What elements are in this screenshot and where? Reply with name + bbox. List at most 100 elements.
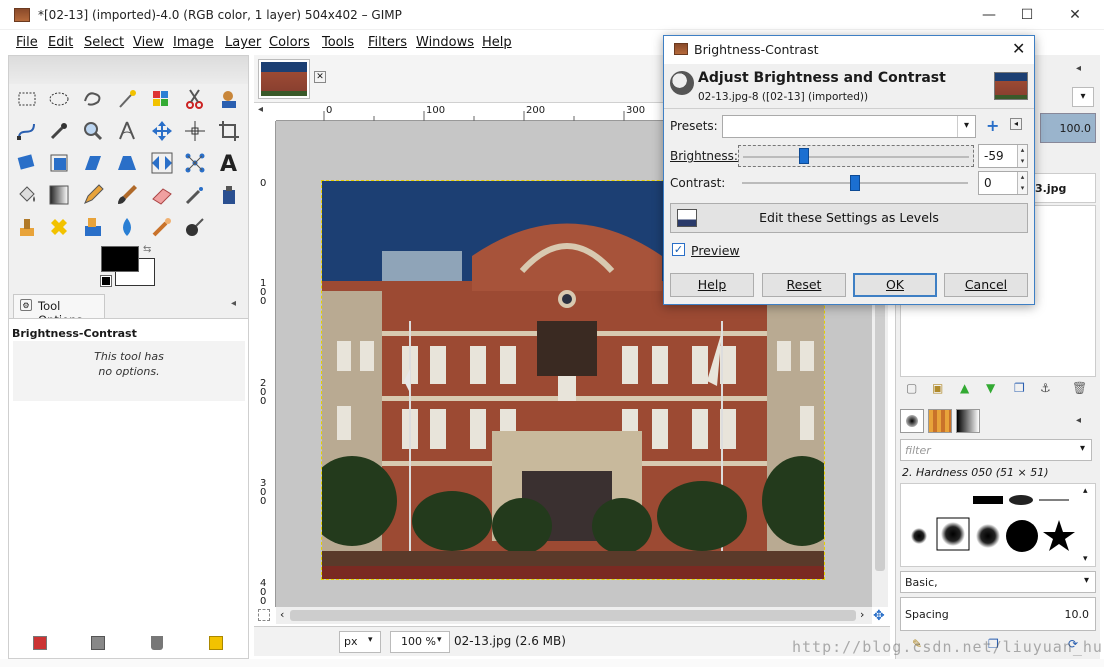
delete-layer-icon[interactable]: 🗑 <box>1072 381 1087 395</box>
preview-checkbox[interactable]: ✓ <box>672 243 685 256</box>
menu-filters[interactable]: Filters <box>368 35 407 50</box>
paintbrush-icon[interactable] <box>114 182 140 208</box>
unit-select[interactable]: px ▾ <box>339 631 381 653</box>
anchor-layer-icon[interactable]: ⚓ <box>1040 381 1051 395</box>
clone-icon[interactable] <box>14 214 40 240</box>
scale-icon[interactable] <box>80 150 106 176</box>
menu-file[interactable]: File <box>16 35 38 50</box>
presets-combo[interactable]: ▾ <box>722 115 976 138</box>
ink-icon[interactable] <box>216 182 242 208</box>
menu-colors[interactable]: Colors <box>269 35 310 50</box>
airbrush-icon[interactable] <box>182 182 208 208</box>
raise-layer-icon[interactable]: ▲ <box>960 381 969 395</box>
menu-edit[interactable]: Edit <box>48 35 73 50</box>
brushes-tab[interactable] <box>900 409 924 433</box>
contrast-spinbox[interactable]: 0 ▴ ▾ <box>978 171 1028 195</box>
navigate-icon[interactable]: ✥ <box>873 608 885 624</box>
chevron-down-icon[interactable]: ▾ <box>957 116 975 137</box>
opacity-field[interactable]: 100.0 <box>1040 113 1096 143</box>
brightness-spin-arrows[interactable]: ▴ ▾ <box>1017 145 1027 167</box>
foreground-select-icon[interactable] <box>216 86 242 112</box>
foreground-color-swatch[interactable] <box>101 246 139 272</box>
menu-help[interactable]: Help <box>482 35 512 50</box>
quick-mask-toggle-icon[interactable] <box>258 609 270 621</box>
menu-windows[interactable]: Windows <box>416 35 474 50</box>
patterns-tab[interactable] <box>928 409 952 433</box>
add-preset-icon[interactable]: + <box>986 116 999 135</box>
close-tab-icon[interactable]: ✕ <box>314 71 326 83</box>
new-layer-icon[interactable]: ▢ <box>906 381 917 395</box>
contrast-slider-handle[interactable] <box>850 175 860 191</box>
bucket-fill-icon[interactable] <box>14 182 40 208</box>
dock-menu-icon[interactable]: ◂ <box>1076 63 1081 74</box>
maximize-button[interactable]: ☐ <box>1004 0 1050 30</box>
duplicate-layer-icon[interactable]: ❐ <box>1014 381 1025 395</box>
ellipse-select-tool[interactable] <box>46 86 72 112</box>
help-button[interactable]: Help <box>670 273 754 297</box>
close-window-button[interactable]: ✕ <box>1052 0 1098 30</box>
brushes-scroll-up-icon[interactable]: ▴ <box>1083 486 1088 496</box>
align-icon[interactable] <box>182 118 208 144</box>
cage-transform-icon[interactable] <box>182 150 208 176</box>
delete-tool-options-icon[interactable] <box>151 636 163 650</box>
unified-transform-icon[interactable] <box>14 150 40 176</box>
measure-icon[interactable] <box>114 118 140 144</box>
default-colors-icon[interactable] <box>100 275 112 287</box>
shear-icon[interactable] <box>114 150 140 176</box>
move-icon[interactable] <box>149 118 175 144</box>
presets-menu-icon[interactable]: ◂ <box>1010 118 1022 130</box>
lower-layer-icon[interactable]: ▼ <box>986 381 995 395</box>
scroll-right-icon[interactable]: › <box>860 608 864 621</box>
fg-bg-colors[interactable]: ⇆ <box>100 244 161 292</box>
gradients-tab[interactable] <box>956 409 980 433</box>
reset-tool-options-icon[interactable] <box>209 636 223 650</box>
cancel-button[interactable]: Cancel <box>944 273 1028 297</box>
brightness-spinbox[interactable]: -59 ▴ ▾ <box>978 144 1028 168</box>
brush-filter-input[interactable]: filter ▾ <box>900 439 1092 461</box>
contrast-slider[interactable] <box>738 172 974 194</box>
dialog-close-button[interactable]: ✕ <box>1012 39 1025 58</box>
new-layer-group-icon[interactable]: ▣ <box>932 381 943 395</box>
pencil-icon[interactable] <box>80 182 106 208</box>
brush-preset-select[interactable]: Basic, ▾ <box>900 571 1096 593</box>
smudge-icon[interactable] <box>149 214 175 240</box>
brushes-grid[interactable]: ▴ ▾ <box>900 483 1096 567</box>
edit-as-levels-button[interactable]: Edit these Settings as Levels <box>670 203 1028 233</box>
blur-icon[interactable] <box>114 214 140 240</box>
tool-options-tab[interactable]: ⚙ Tool Options <box>13 294 105 327</box>
paths-tool-icon[interactable] <box>14 118 40 144</box>
restore-tool-options-icon[interactable] <box>91 636 105 650</box>
gradient-icon[interactable] <box>46 182 72 208</box>
zoom-icon[interactable] <box>80 118 106 144</box>
zoom-select[interactable]: 100 % ▾ <box>390 631 450 653</box>
brightness-slider[interactable] <box>738 145 974 167</box>
tool-options-menu-icon[interactable]: ◂ <box>231 298 236 309</box>
eraser-icon[interactable] <box>149 182 175 208</box>
hscroll-thumb[interactable] <box>290 610 856 621</box>
menu-view[interactable]: View <box>133 35 164 50</box>
rect-select-tool[interactable] <box>14 86 40 112</box>
brightness-slider-handle[interactable] <box>798 148 809 164</box>
menu-layer[interactable]: Layer <box>225 35 261 50</box>
contrast-spin-arrows[interactable]: ▴ ▾ <box>1017 172 1027 194</box>
brushes-scroll-down-icon[interactable]: ▾ <box>1083 554 1088 564</box>
perspective-clone-icon[interactable] <box>80 214 106 240</box>
swap-colors-icon[interactable]: ⇆ <box>143 244 151 255</box>
fuzzy-select-icon[interactable] <box>114 86 140 112</box>
dodge-burn-icon[interactable] <box>182 214 208 240</box>
text-tool-icon[interactable]: A <box>216 150 242 177</box>
free-select-icon[interactable] <box>80 86 106 112</box>
reset-button[interactable]: Reset <box>762 273 846 297</box>
menu-image[interactable]: Image <box>173 35 214 50</box>
ok-button[interactable]: OK <box>853 273 937 297</box>
crop-icon[interactable] <box>216 118 242 144</box>
brushes-menu-icon[interactable]: ◂ <box>1076 415 1081 426</box>
menu-tools[interactable]: Tools <box>322 35 354 50</box>
save-tool-options-icon[interactable] <box>33 636 47 650</box>
horizontal-scrollbar[interactable]: ‹ › <box>276 607 872 624</box>
spacing-slider[interactable]: Spacing 10.0 <box>900 597 1096 631</box>
color-picker-icon[interactable] <box>46 118 72 144</box>
quick-mask-menu-icon[interactable]: ◂ <box>258 104 272 118</box>
scissors-icon[interactable] <box>182 86 208 112</box>
heal-icon[interactable] <box>46 214 72 240</box>
